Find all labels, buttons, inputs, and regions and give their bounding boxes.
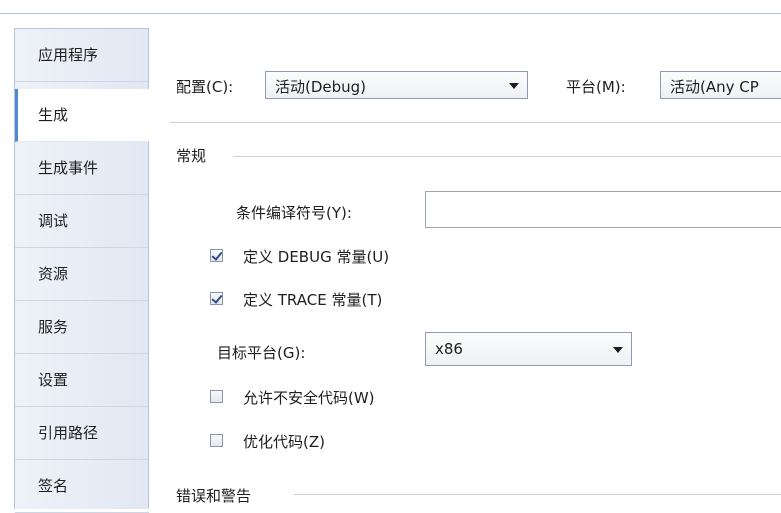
chevron-down-icon [613, 347, 623, 353]
tab-label: 生成 [38, 106, 69, 124]
optimize-code-checkbox[interactable] [210, 434, 223, 447]
target-platform-value: x86 [435, 340, 463, 358]
check-icon [211, 249, 223, 261]
errors-group-line [294, 494, 781, 495]
allow-unsafe-checkbox[interactable] [210, 390, 223, 403]
tab-build-events[interactable]: 生成事件 [15, 142, 149, 195]
header-separator [170, 122, 781, 123]
sidebar: 应用程序 生成 生成事件 调试 资源 服务 设置 引用路径 签名 [14, 28, 150, 513]
platform-value: 活动(Any CP [670, 78, 759, 96]
config-value: 活动(Debug) [275, 78, 367, 96]
tab-settings[interactable]: 设置 [15, 354, 149, 407]
tab-label: 应用程序 [38, 46, 99, 64]
target-platform-dropdown[interactable]: x86 [425, 332, 632, 366]
tab-debug[interactable]: 调试 [15, 195, 149, 248]
allow-unsafe-label: 允许不安全代码(W) [243, 389, 375, 407]
check-icon [211, 292, 223, 304]
conditional-symbols-input[interactable] [425, 191, 781, 228]
define-debug-checkbox[interactable] [210, 249, 223, 262]
tab-label: 设置 [38, 371, 69, 389]
platform-label: 平台(M): [566, 78, 626, 96]
define-debug-label: 定义 DEBUG 常量(U) [243, 248, 390, 266]
config-dropdown[interactable]: 活动(Debug) [265, 71, 528, 99]
tab-label: 调试 [38, 212, 69, 230]
conditional-symbols-label: 条件编译符号(Y): [236, 204, 352, 222]
tab-label: 签名 [38, 477, 69, 495]
target-platform-label: 目标平台(G): [217, 344, 306, 362]
tab-label: 引用路径 [38, 424, 99, 442]
tab-build[interactable]: 生成 [15, 89, 150, 142]
define-trace-checkbox[interactable] [210, 292, 223, 305]
errors-group-title: 错误和警告 [176, 487, 252, 505]
platform-dropdown[interactable]: 活动(Any CP [660, 71, 781, 99]
tab-reference-paths[interactable]: 引用路径 [15, 407, 149, 460]
optimize-code-label: 优化代码(Z) [243, 433, 325, 451]
tab-application[interactable]: 应用程序 [15, 29, 149, 82]
define-trace-label: 定义 TRACE 常量(T) [243, 291, 383, 309]
tab-label: 服务 [38, 318, 69, 336]
chevron-down-icon [509, 83, 519, 89]
general-group-line [233, 156, 781, 157]
tab-signing[interactable]: 签名 [15, 460, 149, 513]
general-group-title: 常规 [176, 147, 207, 165]
tab-services[interactable]: 服务 [15, 301, 149, 354]
config-label: 配置(C): [176, 78, 234, 96]
tab-label: 资源 [38, 265, 69, 283]
tab-resources[interactable]: 资源 [15, 248, 149, 301]
top-divider [0, 13, 781, 14]
tab-label: 生成事件 [38, 159, 99, 177]
